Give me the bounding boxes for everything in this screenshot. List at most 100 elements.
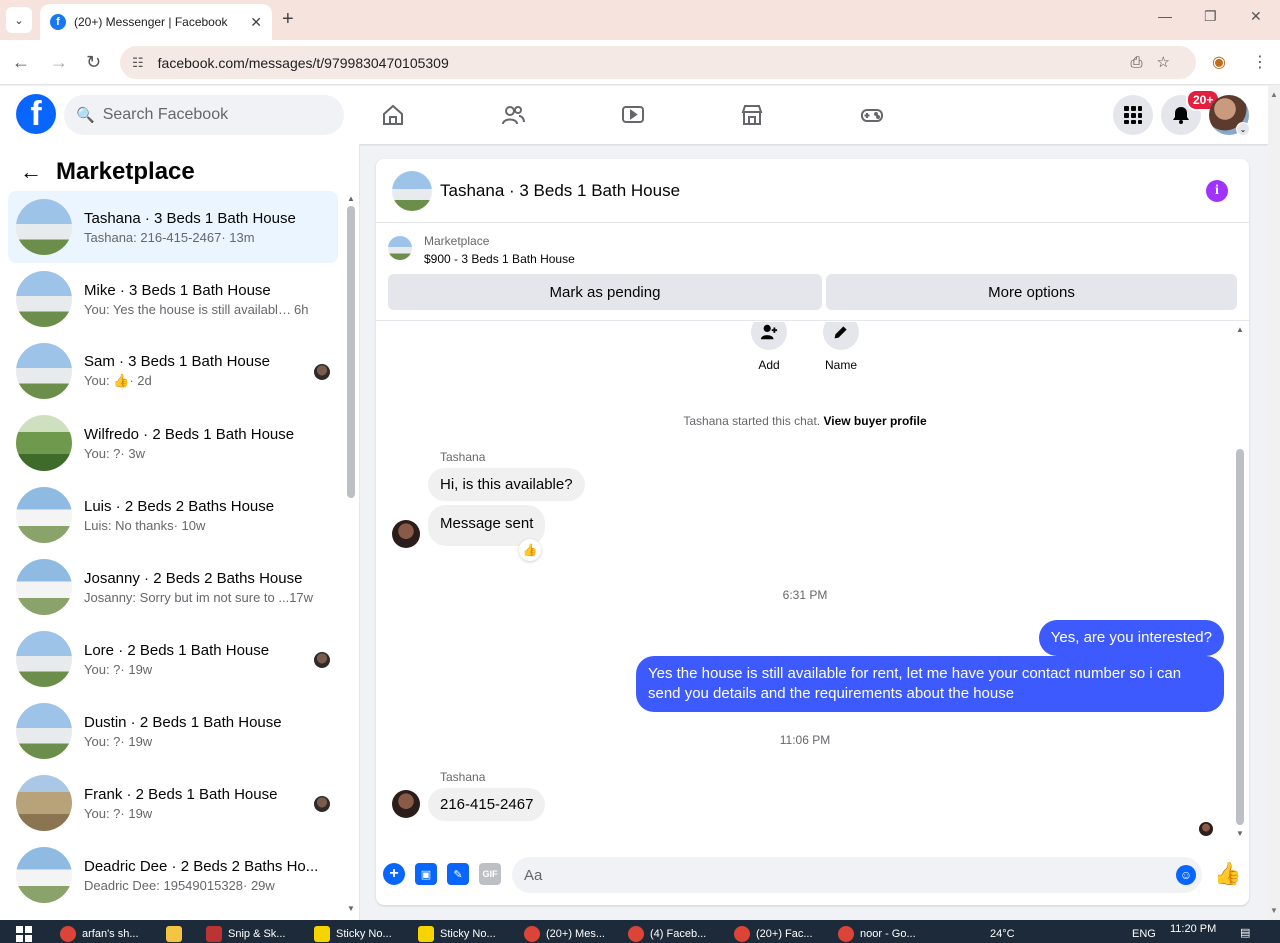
home-icon[interactable] — [378, 100, 408, 130]
thumbs-up-reaction-icon[interactable]: 👍 — [519, 539, 541, 561]
windows-start-icon[interactable] — [16, 926, 32, 942]
conversation-preview: You: ? — [84, 661, 121, 677]
conversation-item[interactable]: Josanny · 2 Beds 2 Baths House Josanny: … — [8, 551, 338, 623]
outgoing-message[interactable]: Yes, are you interested? — [1038, 620, 1224, 656]
notification-center-icon[interactable]: ▤ — [1240, 926, 1250, 939]
chrome-icon — [628, 926, 644, 942]
browser-tab-messenger[interactable]: f (20+) Messenger | Facebook ✕ — [40, 4, 272, 40]
chat-avatar[interactable] — [392, 170, 432, 211]
conversation-name: Luis · 2 Beds 2 Baths House — [84, 497, 275, 515]
sender-avatar[interactable] — [392, 520, 420, 548]
url-bar[interactable]: ☷ facebook.com/messages/t/97998304701053… — [120, 46, 1196, 79]
mark-as-pending-button[interactable]: Mark as pending — [388, 274, 822, 310]
sender-name: Tashana — [440, 450, 486, 464]
taskbar-item[interactable]: Sticky No... — [418, 926, 496, 942]
incoming-message[interactable]: Hi, is this available? — [428, 468, 585, 501]
photo-icon[interactable]: ▣ — [415, 863, 437, 885]
minimize-icon[interactable]: — — [1158, 8, 1172, 24]
chat-scroll-down-icon[interactable]: ▼ — [1236, 829, 1244, 838]
search-input[interactable]: 🔍 Search Facebook — [64, 95, 344, 135]
conversation-item[interactable]: Wilfredo · 2 Beds 1 Bath House You: ? · … — [8, 407, 338, 479]
conversation-item[interactable]: Tashana · 3 Beds 1 Bath House Tashana: 2… — [8, 191, 338, 263]
new-tab-icon[interactable]: + — [282, 8, 294, 31]
sticky-notes-icon — [418, 926, 434, 942]
sender-avatar[interactable] — [392, 790, 420, 818]
install-bookmark-icons[interactable]: ⎙☆ — [1131, 53, 1184, 71]
conversation-preview: You: Yes the house is still available f.… — [84, 301, 294, 317]
taskbar-item[interactable]: (20+) Mes... — [524, 926, 605, 942]
profile-icon[interactable]: ◉ — [1212, 52, 1226, 72]
chat-scrollbar[interactable] — [1236, 449, 1244, 825]
account-chevron-icon[interactable]: ⌄ — [1236, 122, 1250, 136]
search-icon: 🔍 — [76, 107, 95, 124]
page-scroll-down-icon[interactable]: ▼ — [1270, 906, 1278, 915]
taskbar-item[interactable] — [166, 926, 188, 942]
sidebar-scroll-up-icon[interactable]: ▲ — [347, 194, 355, 203]
conversation-time: · 19w — [120, 733, 153, 749]
emoji-icon[interactable]: ☺ — [1176, 865, 1196, 885]
taskbar-item[interactable]: (4) Faceb... — [628, 926, 706, 942]
incoming-message[interactable]: 216-415-2467 — [428, 788, 546, 821]
sidebar-scrollbar[interactable] — [347, 206, 355, 498]
tab-search-chevron-icon[interactable]: ⌄ — [6, 7, 32, 33]
close-tab-icon[interactable]: ✕ — [250, 14, 262, 31]
gaming-icon[interactable] — [857, 100, 887, 130]
close-window-icon[interactable]: ✕ — [1250, 8, 1262, 25]
more-options-button[interactable]: More options — [826, 274, 1237, 310]
back-arrow-icon[interactable]: ← — [12, 52, 30, 73]
listing-thumbnail[interactable] — [388, 236, 412, 260]
gif-icon[interactable]: GIF — [479, 863, 501, 885]
seen-avatar — [1199, 822, 1213, 836]
page-scrollbar[interactable]: ▲ ▼ — [1268, 86, 1280, 920]
sidebar-scroll-down-icon[interactable]: ▼ — [347, 904, 355, 913]
tab-title: (20+) Messenger | Facebook — [74, 15, 228, 29]
listing-description[interactable]: $900 - 3 Beds 1 Bath House — [424, 252, 575, 266]
conversation-item[interactable]: Sam · 3 Beds 1 Bath House You: 👍 · 2d — [8, 335, 338, 407]
restore-icon[interactable]: ❐ — [1204, 8, 1217, 25]
outgoing-message[interactable]: Yes the house is still available for ren… — [636, 656, 1224, 712]
conversation-preview: You: ? — [84, 733, 121, 749]
info-icon[interactable]: i — [1206, 180, 1228, 202]
conversation-name: Dustin · 2 Beds 1 Bath House — [84, 713, 282, 731]
browser-menu-icon[interactable]: ⋮ — [1252, 52, 1268, 72]
conversation-item[interactable]: Deadric Dee · 2 Beds 2 Baths Ho... Deadr… — [8, 839, 338, 911]
back-arrow-icon[interactable]: ← — [20, 159, 42, 185]
plus-icon[interactable]: + — [383, 863, 405, 885]
clock-time[interactable]: 11:20 PM — [1170, 923, 1216, 935]
conversation-item[interactable]: Luis · 2 Beds 2 Baths House Luis: No tha… — [8, 479, 338, 551]
sticker-icon[interactable]: ✎ — [447, 863, 469, 885]
taskbar-label: (20+) Fac... — [756, 928, 813, 940]
taskbar-item[interactable]: Snip & Sk... — [206, 926, 285, 942]
view-buyer-profile-link[interactable]: View buyer profile — [823, 414, 926, 428]
taskbar-item[interactable]: arfan's sh... — [60, 926, 139, 942]
chat-title[interactable]: Tashana · 3 Beds 1 Bath House — [440, 181, 680, 201]
taskbar-item[interactable]: Sticky No... — [314, 926, 392, 942]
marketplace-icon[interactable] — [737, 100, 767, 130]
conversation-item[interactable]: Frank · 2 Beds 1 Bath House You: ? · 19w — [8, 767, 338, 839]
menu-grid-icon[interactable] — [1113, 95, 1153, 135]
taskbar-item[interactable]: noor - Go... — [838, 926, 916, 942]
reload-icon[interactable]: ↻ — [86, 52, 101, 73]
add-action[interactable]: Add — [739, 322, 799, 372]
message-input[interactable] — [512, 857, 1202, 893]
weather-temp[interactable]: 24°C — [990, 928, 1015, 940]
language-indicator[interactable]: ENG — [1132, 928, 1156, 940]
chat-scroll-up-icon[interactable]: ▲ — [1236, 325, 1244, 334]
conversation-name: Wilfredo · 2 Beds 1 Bath House — [84, 425, 295, 443]
taskbar-item[interactable]: (20+) Fac... — [734, 926, 813, 942]
forward-arrow-icon[interactable]: → — [50, 52, 68, 73]
conversation-item[interactable]: Mike · 3 Beds 1 Bath House You: Yes the … — [8, 263, 338, 335]
conversation-time: · 29w — [243, 877, 275, 893]
conversation-item[interactable]: Lore · 2 Beds 1 Bath House You: ? · 19w — [8, 623, 338, 695]
facebook-logo-icon[interactable]: f — [16, 94, 56, 134]
page-scroll-up-icon[interactable]: ▲ — [1270, 90, 1278, 99]
thumbs-up-send-icon[interactable]: 👍 — [1214, 861, 1241, 887]
site-settings-icon[interactable]: ☷ — [132, 55, 144, 71]
listing-thumbnail — [16, 559, 72, 615]
snip-icon — [206, 926, 222, 942]
conversation-item[interactable]: Dustin · 2 Beds 1 Bath House You: ? · 19… — [8, 695, 338, 767]
video-icon[interactable] — [618, 100, 648, 130]
friends-icon[interactable] — [498, 100, 528, 130]
name-action[interactable]: Name — [811, 322, 871, 372]
conversation-time: · 10w — [173, 517, 206, 533]
